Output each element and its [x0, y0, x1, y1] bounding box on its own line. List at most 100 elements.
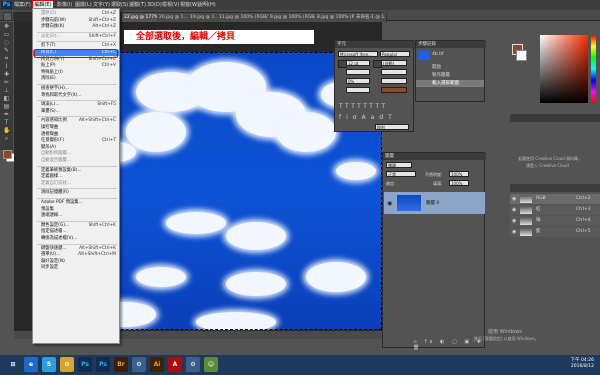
menu-item[interactable]: 自動混合圖層... [33, 158, 119, 164]
menu-item[interactable]: 清除記憶體(R) [33, 190, 119, 196]
photoshop-task-icon[interactable]: Ps [96, 357, 110, 372]
menu-item[interactable]: 操控彎曲 [33, 125, 119, 131]
layer-row[interactable]: ◉ 圖層 0 [384, 192, 485, 214]
menu-item[interactable]: 內容感知比例 Alt+Shift+Ctrl+C [33, 118, 119, 124]
menu-item[interactable]: 自動對齊圖層... [33, 151, 119, 157]
zoom-tool-icon[interactable]: ⌕ [3, 136, 10, 142]
pen-tool-icon[interactable]: ✒ [3, 112, 10, 118]
menu-item[interactable]: 清除(E) [33, 76, 119, 82]
ie-icon[interactable]: e [24, 357, 38, 372]
eye-icon[interactable]: ◉ [387, 200, 392, 207]
font-style-select[interactable]: Regular [380, 51, 410, 57]
system-clock[interactable]: 下午 04:26 2016/8/12 [554, 358, 594, 370]
menu-item[interactable]: Adobe PDF 預設集... [33, 200, 119, 206]
tab-document[interactable]: 22.jpg @ 177%... [122, 13, 161, 22]
kerning-field[interactable] [346, 69, 370, 75]
menu-filter[interactable]: 濾鏡(T) [129, 1, 146, 9]
menu-item[interactable]: 預設集 [33, 207, 119, 213]
font-family-select[interactable]: Microsoft Jhen... [338, 51, 378, 57]
skype-icon[interactable]: S [42, 357, 56, 372]
chrome-icon[interactable]: ⚙ [60, 357, 74, 372]
menu-item[interactable]: 尋找和取代文字(X)... [33, 93, 119, 99]
menu-view[interactable]: 檢視(V) [162, 1, 179, 9]
text-color-swatch[interactable] [381, 87, 407, 93]
hue-slider[interactable] [591, 35, 596, 103]
tab-document[interactable]: 8.jpg @ 100% (RG... [315, 13, 358, 22]
baseline-shift-field[interactable] [346, 87, 370, 93]
tracking-field[interactable] [381, 69, 407, 75]
move-tool-icon[interactable]: ✥ [3, 24, 10, 30]
color-picker-field[interactable] [540, 35, 588, 103]
eye-icon[interactable]: ◉ [512, 205, 516, 215]
menu-item[interactable]: 透視彎曲 [33, 132, 119, 138]
blend-mode-select[interactable]: 正常 [386, 171, 416, 177]
menu-item[interactable]: 任意變形(F) Ctrl+T [33, 138, 119, 144]
type-tool-icon[interactable]: T [3, 120, 10, 126]
menu-item[interactable]: 遠端連線... [33, 213, 119, 219]
eraser-tool-icon[interactable]: ◧ [3, 96, 10, 102]
healing-brush-tool-icon[interactable]: ✚ [3, 72, 10, 78]
menu-item[interactable]: 定義筆刷預設集(B)... [33, 168, 119, 174]
clone-stamp-tool-icon[interactable]: ⊥ [3, 88, 10, 94]
menu-item[interactable]: 變形(A) [33, 145, 119, 151]
libraries-signin[interactable]: 請登入 Creative Cloud [526, 163, 569, 169]
app-icon[interactable]: ⚙ [186, 357, 200, 372]
menu-window[interactable]: 視窗(W) [180, 1, 199, 9]
eye-icon[interactable]: ◉ [512, 227, 516, 237]
opentype-buttons[interactable]: fiσAadT [339, 114, 397, 121]
fill-field[interactable]: 100% [449, 180, 469, 186]
menu-item[interactable]: 定義圖樣... [33, 174, 119, 180]
menu-item[interactable]: 筆畫(S)... [33, 109, 119, 115]
anti-alias-select[interactable]: 銳利 [375, 124, 409, 130]
menu-item[interactable]: 偏好設定(N) [33, 259, 119, 265]
text-style-buttons[interactable]: TTTTTTTT [339, 103, 388, 110]
bridge-icon[interactable]: Br [114, 357, 128, 372]
start-button-icon[interactable]: ⊞ [6, 357, 20, 372]
channel-row[interactable]: ◉ 紅 Ctrl+3 [510, 205, 600, 215]
eye-icon[interactable]: ◉ [512, 194, 516, 204]
app-icon[interactable]: ☺ [204, 357, 218, 372]
channel-row[interactable]: ◉ 藍 Ctrl+5 [510, 227, 600, 237]
menu-item[interactable]: 特殊貼上(I) [33, 70, 119, 76]
font-size-field[interactable]: 12 pt [346, 60, 370, 66]
menu-item[interactable]: 鍵盤快速鍵... Alt+Shift+Ctrl+K [33, 246, 119, 252]
menu-item[interactable]: 淡化(D)... Shift+Ctrl+F [33, 34, 119, 40]
menu-3d[interactable]: 3D(D) [147, 1, 162, 9]
menu-item[interactable]: 填滿(L)... Shift+F5 [33, 102, 119, 108]
app-icon[interactable]: ⚙ [132, 357, 146, 372]
menu-item[interactable]: 還原(O) Ctrl+Z [33, 11, 119, 17]
crop-tool-icon[interactable]: ⌗ [3, 56, 10, 62]
tab-document[interactable]: 9.jpg @ 100% (RGB/8... [268, 13, 319, 22]
menu-item[interactable]: 指定描述檔... [33, 229, 119, 235]
menu-item[interactable]: 選單(U)... Alt+Shift+Ctrl+M [33, 252, 119, 258]
foreground-color-swatch[interactable] [3, 150, 12, 159]
menu-help[interactable]: 說明(H) [198, 1, 216, 9]
menu-file[interactable]: 檔案(F) [14, 1, 31, 9]
vertical-scale-field[interactable]: 0% [346, 78, 370, 84]
menu-item[interactable]: 貼上(P) Ctrl+V [33, 63, 119, 69]
history-step[interactable]: 開啟 [416, 64, 484, 71]
layer-name[interactable]: 圖層 0 [426, 200, 439, 206]
color-bg-swatch[interactable] [516, 50, 527, 61]
history-step[interactable]: 製作圖層 [416, 72, 484, 79]
leading-field[interactable]: (自動) [381, 60, 407, 66]
channel-row[interactable]: ◉ RGB Ctrl+2 [510, 194, 600, 204]
eye-icon[interactable]: ◉ [512, 216, 516, 226]
quick-select-tool-icon[interactable]: ✎ [3, 48, 10, 54]
menu-item[interactable]: 顏色設定(G)... Shift+Ctrl+K [33, 223, 119, 229]
menu-item[interactable]: 檢查拼字(H)... [33, 86, 119, 92]
acrobat-icon[interactable]: A [168, 357, 182, 372]
tab-document[interactable]: 11.jpg @ 100% (RGB/8... [217, 13, 272, 22]
lasso-tool-icon[interactable]: ◌ [3, 40, 10, 46]
menu-item[interactable]: 步驟向後(K) Alt+Ctrl+Z [33, 24, 119, 30]
tool-preset-icon[interactable] [3, 12, 12, 21]
channel-row[interactable]: ◉ 綠 Ctrl+4 [510, 216, 600, 226]
menu-item[interactable]: 同步設定 [33, 265, 119, 271]
gradient-tool-icon[interactable]: ▤ [3, 104, 10, 110]
marquee-tool-icon[interactable]: ▭ [3, 32, 10, 38]
brush-tool-icon[interactable]: ✏ [3, 80, 10, 86]
horizontal-scale-field[interactable] [381, 78, 407, 84]
opacity-field[interactable]: 100% [449, 171, 469, 177]
illustrator-icon[interactable]: Ai [150, 357, 164, 372]
menu-item[interactable]: 步驟向前(W) Shift+Ctrl+Z [33, 18, 119, 24]
